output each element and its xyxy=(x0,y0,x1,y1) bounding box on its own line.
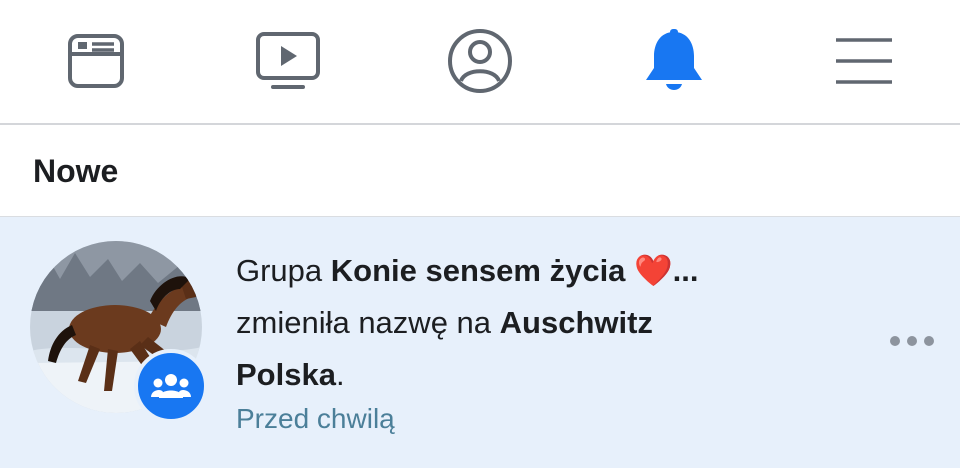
group-badge xyxy=(134,349,208,423)
more-options-icon xyxy=(890,336,934,346)
nav-tab-menu[interactable] xyxy=(819,22,909,100)
message-middle: zmieniła nazwę na xyxy=(236,305,500,340)
section-header: Nowe xyxy=(0,125,960,217)
message-ellipsis: ... xyxy=(672,253,699,288)
nav-tab-profile[interactable] xyxy=(435,22,525,100)
top-navigation-bar xyxy=(0,0,960,125)
bell-icon xyxy=(646,29,702,90)
profile-icon xyxy=(448,29,512,93)
group-avatar-container xyxy=(30,241,208,423)
nav-tab-watch[interactable] xyxy=(243,22,333,100)
menu-icon xyxy=(836,38,892,84)
old-group-name: Konie sensem życia xyxy=(330,253,626,288)
message-suffix: . xyxy=(335,357,345,392)
nav-tab-notifications[interactable] xyxy=(629,22,719,100)
section-title: Nowe xyxy=(33,153,119,189)
group-icon xyxy=(151,374,191,398)
notification-item[interactable]: Grupa Konie sensem życia ❤️... zmieniła … xyxy=(0,217,960,468)
nav-tab-news-feed[interactable] xyxy=(51,22,141,100)
message-prefix: Grupa xyxy=(236,253,331,288)
video-icon xyxy=(256,32,320,89)
heart-emoji: ❤️ xyxy=(634,253,673,288)
notification-message: Grupa Konie sensem życia ❤️... zmieniła … xyxy=(236,245,796,401)
notification-time: Przed chwilą xyxy=(236,403,395,434)
more-options-button[interactable] xyxy=(884,325,940,357)
news-feed-icon xyxy=(68,34,124,88)
